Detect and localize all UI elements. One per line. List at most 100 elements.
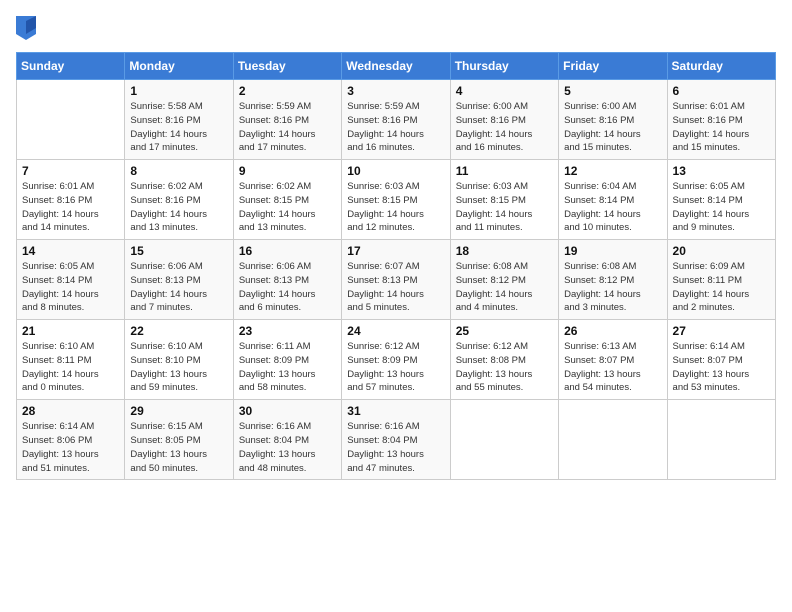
calendar-cell: 3 Sunrise: 5:59 AMSunset: 8:16 PMDaylight…: [342, 80, 450, 160]
day-number: 3: [347, 84, 444, 98]
day-number: 1: [130, 84, 227, 98]
day-number: 14: [22, 244, 119, 258]
calendar-cell: 17 Sunrise: 6:07 AMSunset: 8:13 PMDayligh…: [342, 240, 450, 320]
header-sunday: Sunday: [17, 53, 125, 80]
day-number: 23: [239, 324, 336, 338]
day-number: 15: [130, 244, 227, 258]
calendar-cell: 25Sunrise: 6:12 AMSunset: 8:08 PMDayligh…: [450, 320, 558, 400]
day-number: 9: [239, 164, 336, 178]
day-info: Sunrise: 6:01 AMSunset: 8:16 PMDaylight:…: [673, 100, 770, 155]
calendar-week-row: 28 Sunrise: 6:14 AMSunset: 8:06 PMDayligh…: [17, 400, 776, 480]
day-info: Sunrise: 6:03 AMSunset: 8:15 PMDaylight:…: [347, 180, 444, 235]
calendar-cell: 4 Sunrise: 6:00 AMSunset: 8:16 PMDaylight…: [450, 80, 558, 160]
day-info: Sunrise: 6:12 AMSunset: 8:09 PMDaylight:…: [347, 340, 444, 395]
day-info: Sunrise: 6:00 AMSunset: 8:16 PMDaylight:…: [456, 100, 553, 155]
day-info: Sunrise: 6:06 AMSunset: 8:13 PMDaylight:…: [239, 260, 336, 315]
calendar-cell: 22 Sunrise: 6:10 AMSunset: 8:10 PMDayligh…: [125, 320, 233, 400]
day-info: Sunrise: 6:01 AMSunset: 8:16 PMDaylight:…: [22, 180, 119, 235]
calendar-cell: 15 Sunrise: 6:06 AMSunset: 8:13 PMDayligh…: [125, 240, 233, 320]
header-wednesday: Wednesday: [342, 53, 450, 80]
day-info: Sunrise: 6:11 AMSunset: 8:09 PMDaylight:…: [239, 340, 336, 395]
calendar-cell: 5Sunrise: 6:00 AMSunset: 8:16 PMDaylight…: [559, 80, 667, 160]
day-info: Sunrise: 6:05 AMSunset: 8:14 PMDaylight:…: [673, 180, 770, 235]
calendar-cell: [559, 400, 667, 480]
header-monday: Monday: [125, 53, 233, 80]
day-info: Sunrise: 6:12 AMSunset: 8:08 PMDaylight:…: [456, 340, 553, 395]
calendar-week-row: 7 Sunrise: 6:01 AMSunset: 8:16 PMDaylight…: [17, 160, 776, 240]
calendar-table: SundayMondayTuesdayWednesdayThursdayFrid…: [16, 52, 776, 480]
calendar-cell: 16 Sunrise: 6:06 AMSunset: 8:13 PMDayligh…: [233, 240, 341, 320]
day-number: 31: [347, 404, 444, 418]
day-number: 27: [673, 324, 770, 338]
day-info: Sunrise: 6:14 AMSunset: 8:06 PMDaylight:…: [22, 420, 119, 475]
day-info: Sunrise: 6:05 AMSunset: 8:14 PMDaylight:…: [22, 260, 119, 315]
header-tuesday: Tuesday: [233, 53, 341, 80]
calendar-cell: 18Sunrise: 6:08 AMSunset: 8:12 PMDayligh…: [450, 240, 558, 320]
calendar-cell: 7 Sunrise: 6:01 AMSunset: 8:16 PMDaylight…: [17, 160, 125, 240]
day-number: 17: [347, 244, 444, 258]
day-info: Sunrise: 5:59 AMSunset: 8:16 PMDaylight:…: [347, 100, 444, 155]
day-number: 7: [22, 164, 119, 178]
calendar-cell: [450, 400, 558, 480]
header-friday: Friday: [559, 53, 667, 80]
calendar-cell: 12 Sunrise: 6:04 AMSunset: 8:14 PMDayligh…: [559, 160, 667, 240]
day-info: Sunrise: 6:04 AMSunset: 8:14 PMDaylight:…: [564, 180, 661, 235]
day-number: 5: [564, 84, 661, 98]
calendar-cell: 9 Sunrise: 6:02 AMSunset: 8:15 PMDaylight…: [233, 160, 341, 240]
calendar-week-row: 1Sunrise: 5:58 AMSunset: 8:16 PMDaylight…: [17, 80, 776, 160]
calendar-cell: 30 Sunrise: 6:16 AMSunset: 8:04 PMDayligh…: [233, 400, 341, 480]
day-info: Sunrise: 6:10 AMSunset: 8:10 PMDaylight:…: [130, 340, 227, 395]
calendar-week-row: 14 Sunrise: 6:05 AMSunset: 8:14 PMDayligh…: [17, 240, 776, 320]
day-number: 29: [130, 404, 227, 418]
day-info: Sunrise: 6:08 AMSunset: 8:12 PMDaylight:…: [564, 260, 661, 315]
day-info: Sunrise: 5:59 AMSunset: 8:16 PMDaylight:…: [239, 100, 336, 155]
day-info: Sunrise: 6:13 AMSunset: 8:07 PMDaylight:…: [564, 340, 661, 395]
calendar-cell: 23 Sunrise: 6:11 AMSunset: 8:09 PMDayligh…: [233, 320, 341, 400]
day-number: 2: [239, 84, 336, 98]
day-number: 24: [347, 324, 444, 338]
day-number: 4: [456, 84, 553, 98]
calendar-cell: [17, 80, 125, 160]
day-number: 21: [22, 324, 119, 338]
day-info: Sunrise: 6:16 AMSunset: 8:04 PMDaylight:…: [239, 420, 336, 475]
day-info: Sunrise: 6:06 AMSunset: 8:13 PMDaylight:…: [130, 260, 227, 315]
calendar-cell: 31 Sunrise: 6:16 AMSunset: 8:04 PMDayligh…: [342, 400, 450, 480]
day-number: 22: [130, 324, 227, 338]
calendar-cell: 14 Sunrise: 6:05 AMSunset: 8:14 PMDayligh…: [17, 240, 125, 320]
calendar-cell: 28 Sunrise: 6:14 AMSunset: 8:06 PMDayligh…: [17, 400, 125, 480]
day-number: 30: [239, 404, 336, 418]
day-number: 19: [564, 244, 661, 258]
calendar-cell: 13 Sunrise: 6:05 AMSunset: 8:14 PMDayligh…: [667, 160, 775, 240]
day-number: 12: [564, 164, 661, 178]
calendar-cell: 27Sunrise: 6:14 AMSunset: 8:07 PMDayligh…: [667, 320, 775, 400]
day-info: Sunrise: 6:15 AMSunset: 8:05 PMDaylight:…: [130, 420, 227, 475]
calendar-cell: 21Sunrise: 6:10 AMSunset: 8:11 PMDayligh…: [17, 320, 125, 400]
calendar-cell: 1Sunrise: 5:58 AMSunset: 8:16 PMDaylight…: [125, 80, 233, 160]
day-number: 16: [239, 244, 336, 258]
day-info: Sunrise: 6:09 AMSunset: 8:11 PMDaylight:…: [673, 260, 770, 315]
logo: [16, 16, 40, 40]
day-number: 13: [673, 164, 770, 178]
day-info: Sunrise: 6:16 AMSunset: 8:04 PMDaylight:…: [347, 420, 444, 475]
page-header: [16, 16, 776, 40]
day-number: 28: [22, 404, 119, 418]
day-number: 20: [673, 244, 770, 258]
day-info: Sunrise: 6:07 AMSunset: 8:13 PMDaylight:…: [347, 260, 444, 315]
calendar-cell: 8Sunrise: 6:02 AMSunset: 8:16 PMDaylight…: [125, 160, 233, 240]
day-info: Sunrise: 6:02 AMSunset: 8:15 PMDaylight:…: [239, 180, 336, 235]
logo-icon: [16, 16, 36, 40]
day-number: 10: [347, 164, 444, 178]
calendar-cell: 24 Sunrise: 6:12 AMSunset: 8:09 PMDayligh…: [342, 320, 450, 400]
calendar-cell: 29 Sunrise: 6:15 AMSunset: 8:05 PMDayligh…: [125, 400, 233, 480]
calendar-cell: 20 Sunrise: 6:09 AMSunset: 8:11 PMDayligh…: [667, 240, 775, 320]
day-number: 6: [673, 84, 770, 98]
day-number: 11: [456, 164, 553, 178]
day-number: 26: [564, 324, 661, 338]
calendar-cell: 11 Sunrise: 6:03 AMSunset: 8:15 PMDayligh…: [450, 160, 558, 240]
calendar-cell: 2 Sunrise: 5:59 AMSunset: 8:16 PMDaylight…: [233, 80, 341, 160]
calendar-cell: 19 Sunrise: 6:08 AMSunset: 8:12 PMDayligh…: [559, 240, 667, 320]
day-info: Sunrise: 6:02 AMSunset: 8:16 PMDaylight:…: [130, 180, 227, 235]
day-info: Sunrise: 6:03 AMSunset: 8:15 PMDaylight:…: [456, 180, 553, 235]
calendar-week-row: 21Sunrise: 6:10 AMSunset: 8:11 PMDayligh…: [17, 320, 776, 400]
calendar-cell: 26 Sunrise: 6:13 AMSunset: 8:07 PMDayligh…: [559, 320, 667, 400]
